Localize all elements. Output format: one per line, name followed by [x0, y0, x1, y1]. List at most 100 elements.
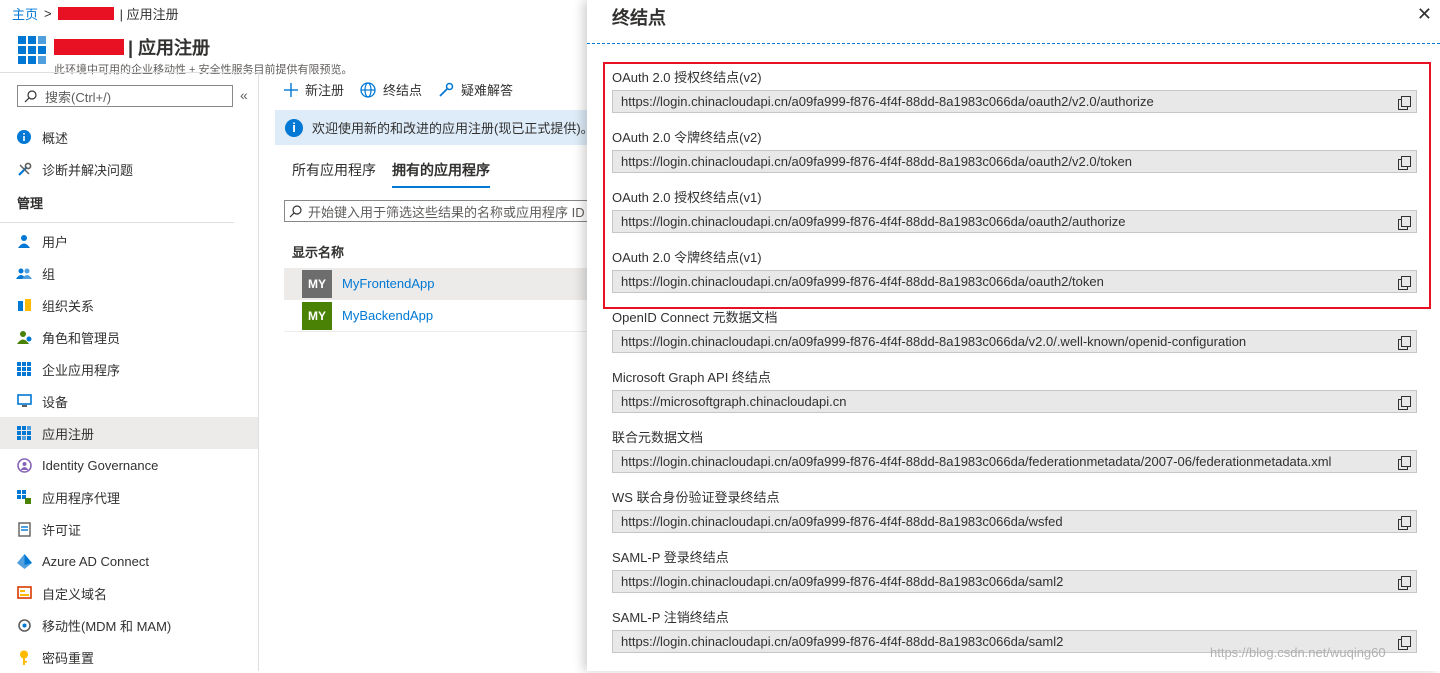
sidebar-item-overview[interactable]: 概述 — [0, 121, 258, 153]
search-icon — [24, 89, 37, 102]
filter-placeholder: 开始键入用于筛选这些结果的名称或应用程序 ID — [308, 204, 585, 220]
endpoint-url-field[interactable]: https://login.chinacloudapi.cn/a09fa999-… — [612, 150, 1417, 173]
copy-icon[interactable] — [1398, 335, 1411, 350]
sidebar-item-label: 应用注册 — [42, 426, 95, 442]
sidebar-search-input[interactable]: 搜索(Ctrl+/) — [17, 85, 233, 107]
sidebar-item-licenses[interactable]: 许可证 — [0, 513, 258, 545]
endpoint-item: OAuth 2.0 令牌终结点(v1) https://login.chinac… — [612, 248, 1417, 308]
endpoint-url[interactable]: https://login.chinacloudapi.cn/a09fa999-… — [621, 454, 1331, 469]
sidebar-section-manage: 管理 — [0, 185, 234, 223]
endpoint-url[interactable]: https://login.chinacloudapi.cn/a09fa999-… — [621, 94, 1154, 109]
sidebar-item-label: 自定义域名 — [42, 586, 108, 602]
license-icon — [16, 521, 32, 537]
sidebar-item-devices[interactable]: 设备 — [0, 385, 258, 417]
roles-icon — [16, 329, 32, 345]
endpoint-item: OAuth 2.0 授权终结点(v2) https://login.chinac… — [612, 68, 1417, 128]
endpoint-url-field[interactable]: https://login.chinacloudapi.cn/a09fa999-… — [612, 90, 1417, 113]
sidebar-item-password-reset[interactable]: 密码重置 — [0, 641, 258, 673]
column-header-display-name[interactable]: 显示名称 — [292, 242, 344, 261]
sidebar-item-diagnose[interactable]: 诊断并解决问题 — [0, 153, 258, 185]
endpoint-url[interactable]: https://login.chinacloudapi.cn/a09fa999-… — [621, 214, 1126, 229]
endpoint-label: SAML-P 注销终结点 — [612, 610, 729, 625]
sidebar: 搜索(Ctrl+/) « 概述 诊断并解决问题 管理 用户 组 组织关系 角色和… — [0, 72, 259, 671]
copy-icon[interactable] — [1398, 275, 1411, 290]
enterprise-apps-icon — [16, 361, 32, 377]
close-icon[interactable]: ✕ — [1417, 4, 1432, 25]
panel-divider — [587, 43, 1440, 44]
sidebar-item-enterprise-apps[interactable]: 企业应用程序 — [0, 353, 258, 385]
endpoint-url[interactable]: https://microsoftgraph.chinacloudapi.cn — [621, 394, 846, 409]
azure-ad-connect-icon — [16, 553, 32, 569]
endpoint-url[interactable]: https://login.chinacloudapi.cn/a09fa999-… — [621, 634, 1063, 649]
group-icon — [16, 265, 32, 281]
panel-title: 终结点 — [612, 8, 666, 28]
info-icon — [16, 129, 32, 145]
sidebar-item-groups[interactable]: 组 — [0, 257, 258, 289]
sidebar-item-label: 角色和管理员 — [42, 330, 121, 346]
copy-icon[interactable] — [1398, 395, 1411, 410]
endpoint-url[interactable]: https://login.chinacloudapi.cn/a09fa999-… — [621, 274, 1104, 289]
watermark: https://blog.csdn.net/wuqing60 — [1210, 645, 1386, 660]
endpoint-url-field[interactable]: https://microsoftgraph.chinacloudapi.cn — [612, 390, 1417, 413]
sidebar-item-label: Azure AD Connect — [42, 553, 149, 569]
sidebar-item-azure-ad-connect[interactable]: Azure AD Connect — [0, 545, 258, 577]
sidebar-item-app-proxy[interactable]: 应用程序代理 — [0, 481, 258, 513]
endpoint-url-field[interactable]: https://login.chinacloudapi.cn/a09fa999-… — [612, 570, 1417, 593]
wrench-icon — [16, 161, 32, 177]
sidebar-item-label: 诊断并解决问题 — [42, 162, 134, 178]
endpoint-url[interactable]: https://login.chinacloudapi.cn/a09fa999-… — [621, 574, 1063, 589]
page-title: | 应用注册 — [54, 34, 353, 60]
sidebar-item-roles[interactable]: 角色和管理员 — [0, 321, 258, 353]
copy-icon[interactable] — [1398, 515, 1411, 530]
endpoint-label: OAuth 2.0 令牌终结点(v2) — [612, 130, 762, 145]
endpoint-url-field[interactable]: https://login.chinacloudapi.cn/a09fa999-… — [612, 330, 1417, 353]
app-proxy-icon — [16, 489, 32, 505]
blade-header: | 应用注册 此环境中可用的企业移动性 + 安全性服务目前提供有限预览。 — [18, 34, 353, 77]
app-list: MY MyFrontendApp MY MyBackendApp — [284, 268, 590, 332]
redacted-tenant-name — [57, 7, 114, 20]
sidebar-item-label: 密码重置 — [42, 650, 95, 666]
endpoint-item: OAuth 2.0 令牌终结点(v2) https://login.chinac… — [612, 128, 1417, 188]
endpoint-url[interactable]: https://login.chinacloudapi.cn/a09fa999-… — [621, 334, 1246, 349]
identity-governance-icon — [16, 457, 32, 473]
endpoint-url-field[interactable]: https://login.chinacloudapi.cn/a09fa999-… — [612, 270, 1417, 293]
copy-icon[interactable] — [1398, 575, 1411, 590]
endpoint-url-field[interactable]: https://login.chinacloudapi.cn/a09fa999-… — [612, 510, 1417, 533]
endpoint-label: OAuth 2.0 授权终结点(v2) — [612, 70, 762, 85]
table-row[interactable]: MY MyBackendApp — [284, 300, 590, 332]
sidebar-item-users[interactable]: 用户 — [0, 225, 258, 257]
domain-icon — [16, 585, 32, 601]
endpoint-label: SAML-P 登录终结点 — [612, 550, 729, 565]
endpoint-label: OAuth 2.0 令牌终结点(v1) — [612, 250, 762, 265]
endpoints-button[interactable]: 终结点 — [360, 80, 422, 99]
copy-icon[interactable] — [1398, 155, 1411, 170]
copy-icon[interactable] — [1398, 635, 1411, 650]
collapse-sidebar-button[interactable]: « — [240, 87, 248, 103]
copy-icon[interactable] — [1398, 215, 1411, 230]
endpoint-url-field[interactable]: https://login.chinacloudapi.cn/a09fa999-… — [612, 210, 1417, 233]
endpoint-url[interactable]: https://login.chinacloudapi.cn/a09fa999-… — [621, 154, 1132, 169]
sidebar-item-org-relationships[interactable]: 组织关系 — [0, 289, 258, 321]
sidebar-item-identity-governance[interactable]: Identity Governance — [0, 449, 258, 481]
endpoint-label: Microsoft Graph API 终结点 — [612, 370, 771, 385]
sidebar-item-app-registrations[interactable]: 应用注册 — [0, 417, 258, 449]
sidebar-item-mobility[interactable]: 移动性(MDM 和 MAM) — [0, 609, 258, 641]
breadcrumb-home-link[interactable]: 主页 — [12, 4, 38, 23]
new-registration-button[interactable]: 新注册 — [284, 80, 344, 99]
filter-input[interactable]: 开始键入用于筛选这些结果的名称或应用程序 ID — [284, 200, 590, 222]
copy-icon[interactable] — [1398, 455, 1411, 470]
app-name-link[interactable]: MyBackendApp — [342, 308, 433, 323]
table-row[interactable]: MY MyFrontendApp — [284, 268, 590, 300]
sidebar-item-custom-domains[interactable]: 自定义域名 — [0, 577, 258, 609]
sidebar-item-label: 组织关系 — [42, 298, 95, 314]
tab-owned-applications[interactable]: 拥有的应用程序 — [392, 160, 490, 188]
endpoint-url-field[interactable]: https://login.chinacloudapi.cn/a09fa999-… — [612, 450, 1417, 473]
user-icon — [16, 233, 32, 249]
endpoints-panel: 终结点 ✕ OAuth 2.0 授权终结点(v2) https://login.… — [587, 0, 1440, 671]
troubleshoot-button[interactable]: 疑难解答 — [438, 80, 513, 99]
endpoint-url[interactable]: https://login.chinacloudapi.cn/a09fa999-… — [621, 514, 1063, 529]
copy-icon[interactable] — [1398, 95, 1411, 110]
app-name-link[interactable]: MyFrontendApp — [342, 276, 435, 291]
tab-all-applications[interactable]: 所有应用程序 — [292, 160, 376, 188]
endpoint-item: Microsoft Graph API 终结点 https://microsof… — [612, 368, 1417, 428]
